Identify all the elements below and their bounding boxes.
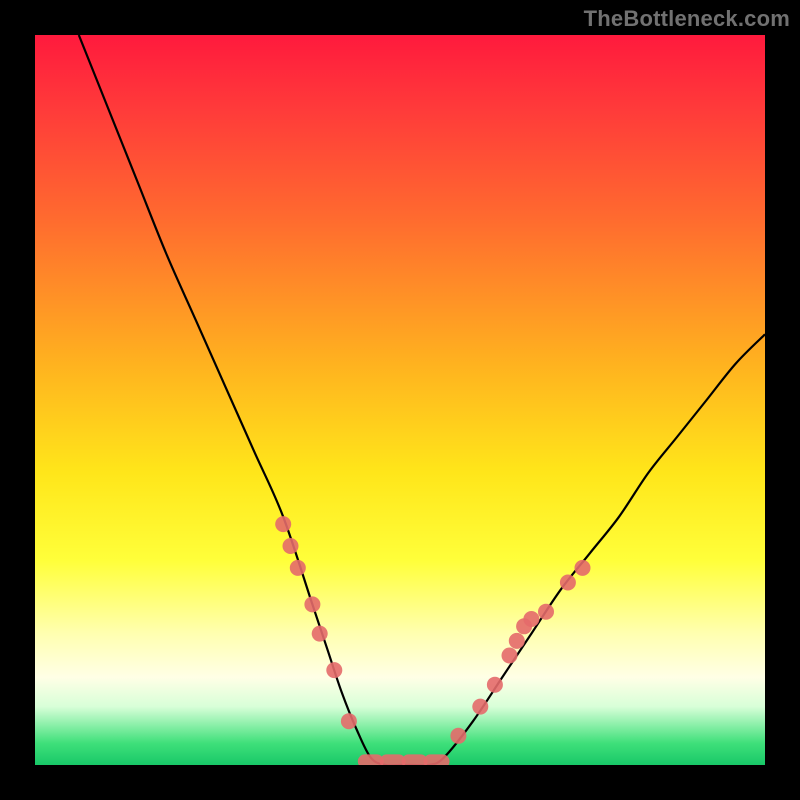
curve-svg (35, 35, 765, 765)
marker-dot (326, 662, 342, 678)
chart-frame: TheBottleneck.com (0, 0, 800, 800)
marker-dot (472, 699, 488, 715)
marker-rect (402, 754, 428, 765)
plot-area (35, 35, 765, 765)
bottleneck-curve (79, 35, 765, 765)
marker-dot (560, 575, 576, 591)
marker-dot (312, 626, 328, 642)
marker-dot (341, 713, 357, 729)
marker-dot (502, 648, 518, 664)
marker-dot (304, 596, 320, 612)
marker-dot (487, 677, 503, 693)
data-markers (275, 516, 590, 765)
marker-rect (358, 754, 384, 765)
watermark-text: TheBottleneck.com (584, 6, 790, 32)
marker-dot (275, 516, 291, 532)
marker-dot (450, 728, 466, 744)
marker-rect (424, 754, 450, 765)
marker-rect (380, 754, 406, 765)
marker-dot (283, 538, 299, 554)
marker-dot (538, 604, 554, 620)
marker-dot (523, 611, 539, 627)
marker-dot (575, 560, 591, 576)
marker-dot (516, 618, 532, 634)
marker-dot (509, 633, 525, 649)
marker-dot (290, 560, 306, 576)
